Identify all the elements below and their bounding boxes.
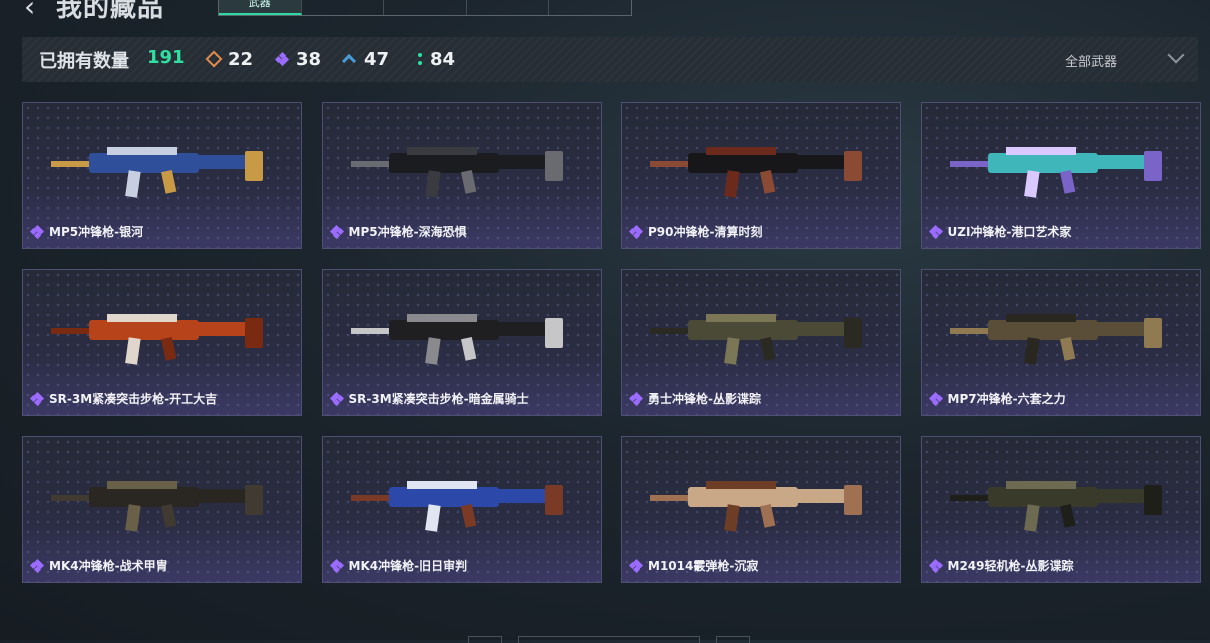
tab-2[interactable] [302,0,385,15]
purple-diamond-icon [628,391,644,406]
rarity-orange-count: 22 [228,48,254,70]
tab-weapons[interactable]: 武器 [219,0,302,15]
weapon-image [51,481,263,532]
rarity-green-stat: 84 [418,47,455,71]
back-arrow-icon[interactable]: ‹ [24,0,35,23]
rarity-blue-count: 47 [364,48,390,70]
rarity-orange-stat: 22 [205,47,254,71]
purple-diamond-icon [928,224,943,239]
weapon-card[interactable]: MP7冲锋枪-六套之力 [920,269,1201,416]
weapon-image [51,314,263,365]
weapon-card[interactable]: SR-3M紧凑突击步枪-开工大吉 [22,269,302,416]
purple-diamond-icon [928,558,943,573]
weapon-name-row: 勇士冲锋枪-丛影谍踪 [628,390,761,407]
weapon-card[interactable]: MK4冲锋枪-战术甲胄 [22,436,302,583]
tab-3[interactable] [384,0,467,15]
weapon-name-row: M1014霰弹枪-沉寂 [628,557,759,574]
weapon-card[interactable]: M1014霰弹枪-沉寂 [621,436,901,583]
weapon-name-row: SR-3M紧凑突击步枪-开工大吉 [29,390,218,407]
weapon-name: SR-3M紧凑突击步枪-暗金属骑士 [348,392,529,406]
weapon-card[interactable]: M249轻机枪-丛影谍踪 [920,436,1201,583]
weapon-card[interactable]: P90冲锋枪-清算时刻 [621,102,901,249]
weapon-card[interactable]: SR-3M紧凑突击步枪-暗金属骑士 [321,269,602,416]
weapon-name: MP5冲锋枪-银河 [49,225,144,239]
page-title: 我的藏品 [56,0,165,23]
weapon-image [51,147,263,198]
orange-diamond-icon [205,50,223,68]
rarity-purple-count: 38 [296,48,322,70]
rarity-purple-stat: 38 [274,47,322,71]
blue-chevron-icon [342,54,356,64]
weapon-image [350,481,563,532]
owned-count-label: 已拥有数量 [39,51,129,72]
purple-diamond-icon [628,224,644,239]
weapon-image [949,314,1162,365]
weapon-card[interactable]: 勇士冲锋枪-丛影谍踪 [621,269,901,416]
purple-diamond-icon [29,391,45,406]
weapon-name-row: M249轻机枪-丛影谍踪 [928,557,1074,574]
weapon-name-row: MP5冲锋枪-银河 [29,223,144,240]
weapon-name-row: MK4冲锋枪-旧日审判 [329,557,468,574]
purple-diamond-icon [329,391,344,406]
weapon-image [650,147,862,198]
weapon-card[interactable]: MK4冲锋枪-旧日审判 [321,436,602,583]
weapon-name: MK4冲锋枪-战术甲胄 [49,559,168,573]
weapon-name: UZI冲锋枪-港口艺术家 [947,225,1072,239]
weapon-card[interactable]: UZI冲锋枪-港口艺术家 [920,102,1201,249]
purple-diamond-icon [29,224,45,239]
weapon-name: M249轻机枪-丛影谍踪 [947,559,1074,573]
weapon-name-row: MP5冲锋枪-深海恐惧 [329,223,467,240]
weapon-card[interactable]: MP5冲锋枪-深海恐惧 [321,102,602,249]
purple-diamond-icon [628,558,644,573]
weapon-name: 勇士冲锋枪-丛影谍踪 [648,392,761,406]
weapon-name: MP5冲锋枪-深海恐惧 [348,225,467,239]
purple-diamond-icon [29,558,45,573]
weapon-card[interactable]: MP5冲锋枪-银河 [22,102,302,249]
weapon-name: M1014霰弹枪-沉寂 [648,559,759,573]
purple-diamond-icon [329,558,344,573]
purple-diamond-icon [928,391,943,406]
tab-4[interactable] [467,0,550,15]
weapon-image [350,147,563,198]
category-tabs: 武器 [218,0,632,16]
rarity-green-count: 84 [430,48,456,70]
weapon-image [350,314,563,365]
weapon-name: MK4冲锋枪-旧日审判 [348,559,468,573]
weapon-name-row: MK4冲锋枪-战术甲胄 [29,557,168,574]
weapon-name-row: SR-3M紧凑突击步枪-暗金属骑士 [329,390,529,407]
weapon-image [949,481,1162,532]
purple-diamond-icon [329,224,344,239]
collection-summary-bar: 已拥有数量 191 22 38 47 84 全部武器 [22,37,1198,82]
weapon-image [650,314,862,365]
purple-diamond-icon [274,51,290,67]
weapon-image [650,481,862,532]
weapon-name-row: P90冲锋枪-清算时刻 [628,223,763,240]
green-dots-icon [418,53,422,65]
tab-5[interactable] [549,0,631,15]
chevron-down-icon[interactable] [1167,46,1185,64]
weapon-name-row: UZI冲锋枪-港口艺术家 [928,223,1072,240]
weapon-name: P90冲锋枪-清算时刻 [648,225,763,239]
owned-count-value: 191 [147,47,185,68]
weapon-filter-dropdown[interactable]: 全部武器 [1065,51,1117,70]
weapon-name: MP7冲锋枪-六套之力 [947,392,1066,406]
weapon-image [949,147,1162,198]
weapon-name: SR-3M紧凑突击步枪-开工大吉 [49,392,218,406]
top-bar: ‹ 我的藏品 武器 [0,0,1210,23]
rarity-blue-stat: 47 [342,47,389,71]
weapon-name-row: MP7冲锋枪-六套之力 [928,390,1066,407]
